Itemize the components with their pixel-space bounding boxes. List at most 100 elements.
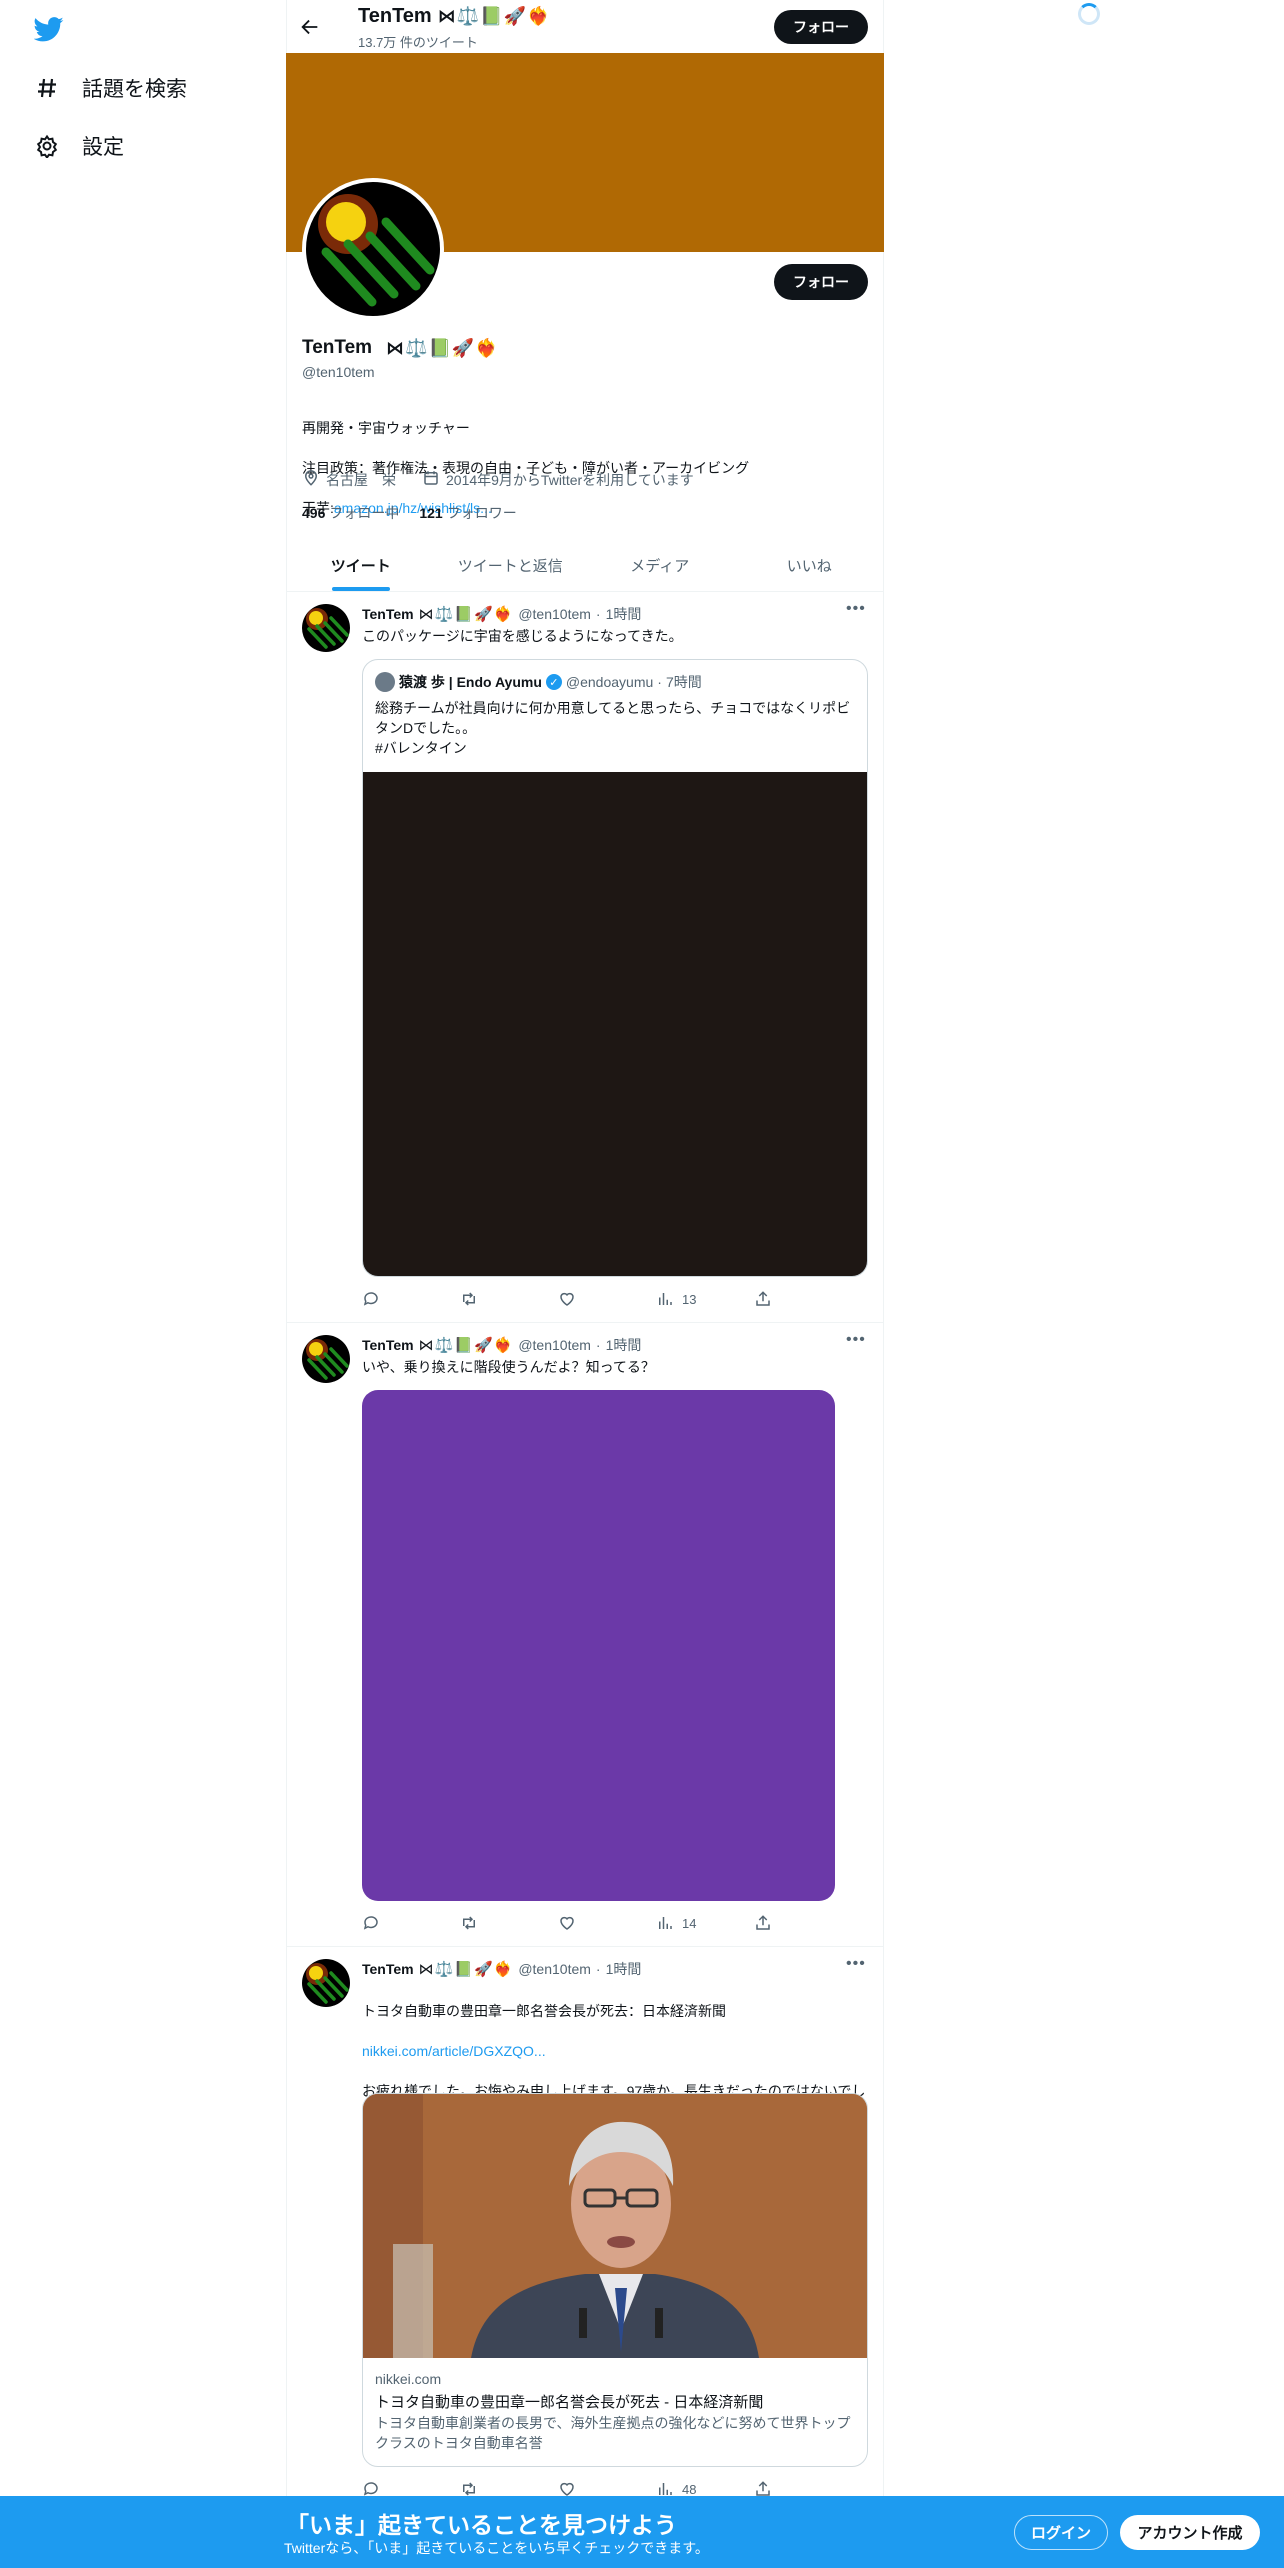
- header-follow-button[interactable]: フォロー: [774, 10, 868, 44]
- views-button[interactable]: 13: [656, 1290, 754, 1308]
- nav-label-settings: 設定: [82, 136, 124, 159]
- login-button[interactable]: ログイン: [1014, 2515, 1108, 2550]
- quote-media-image[interactable]: [363, 772, 867, 1276]
- quote-header: 猿渡 歩 | Endo Ayumu ✓ @endoayumu · 7時間: [375, 672, 702, 692]
- tweet-author-emoji: ⋈⚖️📗🚀❤️‍🔥: [418, 1337, 514, 1354]
- profile-location: 名古屋 栄: [326, 471, 396, 488]
- reply-button[interactable]: [362, 1290, 460, 1308]
- reply-icon: [363, 1916, 378, 1930]
- tweet-header: TenTem ⋈⚖️📗🚀❤️‍🔥 @ten10tem · 1時間: [362, 604, 642, 624]
- header-tweet-count: 13.7万 件のツイート: [358, 35, 478, 50]
- profile-name-text: TenTem: [302, 337, 373, 358]
- tweet-author-name[interactable]: TenTem: [362, 1961, 414, 1977]
- tweet-author-handle: @ten10tem: [518, 606, 591, 622]
- more-options-icon[interactable]: •••: [846, 1331, 866, 1349]
- tweet-author-name[interactable]: TenTem: [362, 606, 414, 622]
- create-account-button[interactable]: アカウント作成: [1120, 2515, 1260, 2550]
- link-card-title: トヨタ自動車の豊田章一郎名誉会長が死去 - 日本経済新聞: [375, 2394, 764, 2411]
- views-chart-icon: [659, 1917, 672, 1929]
- quote-author-name: 猿渡 歩 | Endo Ayumu: [399, 674, 542, 690]
- tweet-header: TenTem ⋈⚖️📗🚀❤️‍🔥 @ten10tem · 1時間: [362, 1959, 642, 1979]
- tweet-time[interactable]: 1時間: [606, 1335, 642, 1355]
- profile-avatar[interactable]: [302, 178, 444, 320]
- header-name-text: TenTem: [358, 5, 432, 27]
- tweet-separator: [286, 1322, 884, 1323]
- retweet-button[interactable]: [460, 1290, 558, 1308]
- tab-likes[interactable]: いいね: [735, 540, 885, 591]
- link-card-description: トヨタ自動車創業者の長男で、海外生産拠点の強化などに努めて世界トップクラスのトヨ…: [375, 2415, 851, 2451]
- heart-icon: [560, 1292, 574, 1306]
- nav-explore[interactable]: 話題を検索: [34, 73, 187, 103]
- share-icon: [756, 1915, 770, 1930]
- bio-line-1: 再開発・宇宙ウォッチャー: [302, 420, 470, 436]
- link-card[interactable]: nikkei.com トヨタ自動車の豊田章一郎名誉会長が死去 - 日本経済新聞 …: [362, 2093, 868, 2467]
- profile-name: TenTem ⋈⚖️📗🚀❤️‍🔥: [302, 337, 499, 359]
- like-button[interactable]: [558, 1290, 656, 1308]
- tweet-link[interactable]: nikkei.com/article/DGXZQO...: [362, 2041, 868, 2061]
- link-card-image: [363, 2094, 867, 2358]
- nav-label-explore: 話題を検索: [82, 78, 187, 101]
- heart-icon: [560, 1916, 574, 1930]
- retweet-icon: [463, 1292, 475, 1306]
- gear-icon: [34, 133, 60, 159]
- retweet-button[interactable]: [460, 1914, 558, 1932]
- profile-tabs: ツイート ツイートと返信 メディア いいね: [286, 540, 884, 592]
- tweet-author-emoji: ⋈⚖️📗🚀❤️‍🔥: [418, 1961, 514, 1978]
- calendar-icon: [422, 469, 440, 490]
- quoted-tweet[interactable]: 猿渡 歩 | Endo Ayumu ✓ @endoayumu · 7時間 総務チ…: [362, 659, 868, 1277]
- profile-joined: 2014年9月からTwitterを利用しています: [446, 471, 694, 488]
- header-name-emoji: ⋈⚖️📗🚀❤️‍🔥: [437, 6, 551, 26]
- tweet-author-emoji: ⋈⚖️📗🚀❤️‍🔥: [418, 606, 514, 623]
- tweet-header: TenTem ⋈⚖️📗🚀❤️‍🔥 @ten10tem · 1時間: [362, 1335, 642, 1355]
- views-count: 14: [682, 1915, 697, 1931]
- reply-icon: [363, 1292, 378, 1306]
- tweet-text: このパッケージに宇宙を感じるようになってきた。: [362, 628, 683, 644]
- tweet-separator: [286, 1946, 884, 1947]
- profile-follow-button[interactable]: フォロー: [774, 264, 868, 300]
- location-pin-icon: [302, 469, 320, 490]
- signup-banner-title: 「いま」起きていることを見つけよう: [286, 2512, 677, 2538]
- tweet-author-name[interactable]: TenTem: [362, 1337, 414, 1353]
- tweet-text: いや、乗り換えに階段使うんだよ？知ってる？: [362, 1359, 655, 1375]
- tweet-time[interactable]: 1時間: [606, 1959, 642, 1979]
- nav-settings[interactable]: 設定: [34, 131, 124, 161]
- reply-button[interactable]: [362, 1914, 460, 1932]
- profile-name-emoji: ⋈⚖️📗🚀❤️‍🔥: [386, 337, 499, 358]
- like-button[interactable]: [558, 1914, 656, 1932]
- back-arrow-icon[interactable]: [299, 16, 325, 42]
- verified-badge-icon: ✓: [545, 674, 562, 690]
- tweet-author-handle: @ten10tem: [518, 1337, 591, 1353]
- tweet-author-avatar[interactable]: [302, 1335, 350, 1383]
- more-options-icon[interactable]: •••: [846, 1955, 866, 1973]
- views-count: 13: [682, 1291, 697, 1307]
- tweet-author-handle: @ten10tem: [518, 1961, 591, 1977]
- quote-text: 総務チームが社員向けに何か用意してると思ったら、チョコではなくリポビタンDでした…: [375, 700, 851, 756]
- more-options-icon[interactable]: •••: [846, 600, 866, 618]
- tweet-author-avatar[interactable]: [302, 604, 350, 652]
- tweet-actions: 13: [362, 1290, 852, 1308]
- profile-handle: @ten10tem: [302, 364, 375, 380]
- loading-spinner-icon: [1078, 3, 1100, 25]
- tweet-actions: 14: [362, 1914, 852, 1932]
- twitter-logo-icon[interactable]: [33, 14, 64, 44]
- signup-banner-subtitle: Twitterなら、「いま」起きていることをいち早くチェックできます。: [284, 2540, 709, 2556]
- quote-time: 7時間: [665, 674, 702, 690]
- tweet-time[interactable]: 1時間: [606, 604, 642, 624]
- following-link[interactable]: 496 フォロー中: [302, 503, 399, 523]
- tab-tweets-replies[interactable]: ツイートと返信: [436, 540, 586, 591]
- views-button[interactable]: 14: [656, 1914, 754, 1932]
- views-count: 48: [682, 2481, 697, 2497]
- header-profile-name: TenTem ⋈⚖️📗🚀❤️‍🔥: [358, 5, 550, 28]
- tweet-text-line-1: トヨタ自動車の豊田章一郎名誉会長が死去：日本経済新聞: [362, 2003, 726, 2019]
- tab-media[interactable]: メディア: [585, 540, 735, 591]
- tab-tweets[interactable]: ツイート: [286, 540, 436, 591]
- share-button[interactable]: [754, 1290, 852, 1308]
- views-chart-icon: [659, 1293, 672, 1305]
- share-icon: [756, 1291, 770, 1306]
- followers-link[interactable]: 121 フォロワー: [419, 503, 516, 523]
- tweet-media-image[interactable]: [362, 1390, 835, 1901]
- share-button[interactable]: [754, 1914, 852, 1932]
- quote-author-avatar: [375, 672, 395, 692]
- profile-meta: 名古屋 栄 2014年9月からTwitterを利用しています: [302, 469, 694, 490]
- tweet-author-avatar[interactable]: [302, 1959, 350, 2007]
